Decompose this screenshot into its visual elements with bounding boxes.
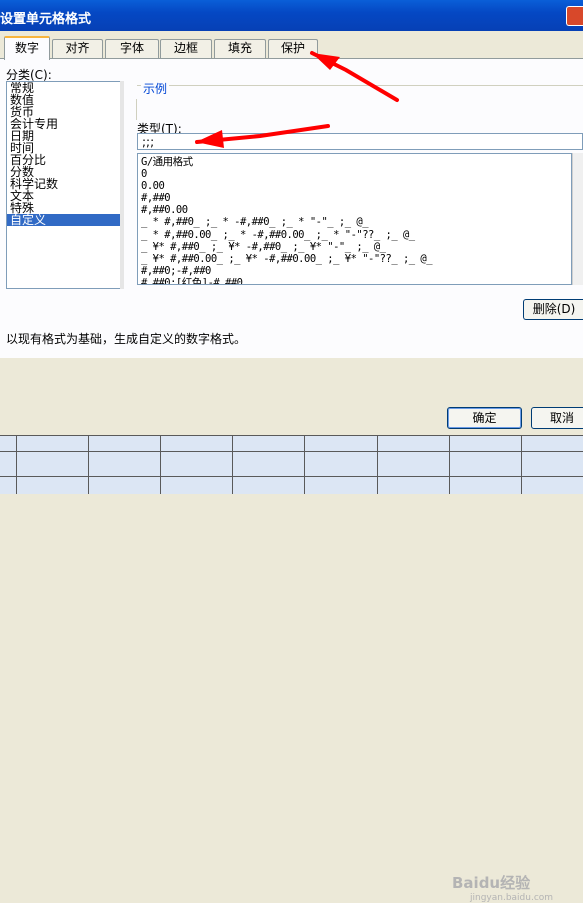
tab-fill[interactable]: 填充 bbox=[214, 39, 266, 58]
watermark-brand: Baidu经验 bbox=[452, 874, 531, 892]
watermark-sub: jingyan.baidu.com bbox=[470, 893, 554, 903]
tab-border[interactable]: 边框 bbox=[160, 39, 212, 58]
baidu-watermark: Baidu经验 jingyan.baidu.com bbox=[452, 872, 553, 903]
title-bar: 设置单元格格式 bbox=[0, 0, 583, 31]
description-text: 以现有格式为基础，生成自定义的数字格式。 bbox=[6, 332, 247, 346]
tab-font[interactable]: 字体 bbox=[105, 39, 159, 58]
ok-button[interactable]: 确定 bbox=[447, 407, 522, 429]
type-input[interactable]: ;;; bbox=[137, 133, 583, 150]
tab-protection[interactable]: 保护 bbox=[268, 39, 318, 58]
delete-button[interactable]: 删除(D) bbox=[523, 299, 583, 320]
format-item[interactable]: _ ¥* #,##0.00_ ;_ ¥* -#,##0.00_ ;_ ¥* "-… bbox=[138, 253, 571, 265]
format-item[interactable]: #,##0.00 bbox=[138, 204, 571, 216]
format-item[interactable]: _ * #,##0_ ;_ * -#,##0_ ;_ * "-"_ ;_ @_ bbox=[138, 216, 571, 228]
format-item[interactable]: _ ¥* #,##0_ ;_ ¥* -#,##0_ ;_ ¥* "-"_ ;_ … bbox=[138, 241, 571, 253]
spreadsheet-grid: Baidu经验 jingyan.baidu.com bbox=[0, 435, 583, 903]
category-item-selected[interactable]: 自定义 bbox=[7, 214, 120, 226]
format-item[interactable]: 0 bbox=[138, 168, 571, 180]
category-scrollbar[interactable] bbox=[120, 81, 124, 289]
close-button[interactable] bbox=[566, 6, 583, 26]
tab-number[interactable]: 数字 bbox=[4, 36, 50, 60]
format-scrollbar[interactable] bbox=[572, 153, 583, 285]
sample-legend: 示例 bbox=[141, 80, 170, 97]
format-item[interactable]: #,##0;[红色]-#,##0 bbox=[138, 277, 571, 284]
sample-preview bbox=[136, 99, 144, 120]
format-item[interactable]: #,##0 bbox=[138, 192, 571, 204]
format-item[interactable]: #,##0;-#,##0 bbox=[138, 265, 571, 277]
cancel-button[interactable]: 取消 bbox=[531, 407, 583, 429]
sample-group: 示例 bbox=[136, 80, 583, 120]
format-item[interactable]: _ * #,##0.00_ ;_ * -#,##0.00_ ;_ * "-"??… bbox=[138, 229, 571, 241]
dialog-title: 设置单元格格式 bbox=[0, 12, 92, 27]
category-list[interactable]: 常规 数值 货币 会计专用 日期 时间 百分比 分数 科学记数 文本 特殊 自定… bbox=[6, 81, 121, 289]
format-item[interactable]: G/通用格式 bbox=[138, 156, 571, 168]
format-item[interactable]: 0.00 bbox=[138, 180, 571, 192]
tab-alignment[interactable]: 对齐 bbox=[52, 39, 103, 58]
format-list[interactable]: G/通用格式 0 0.00 #,##0 #,##0.00 _ * #,##0_ … bbox=[137, 153, 572, 285]
